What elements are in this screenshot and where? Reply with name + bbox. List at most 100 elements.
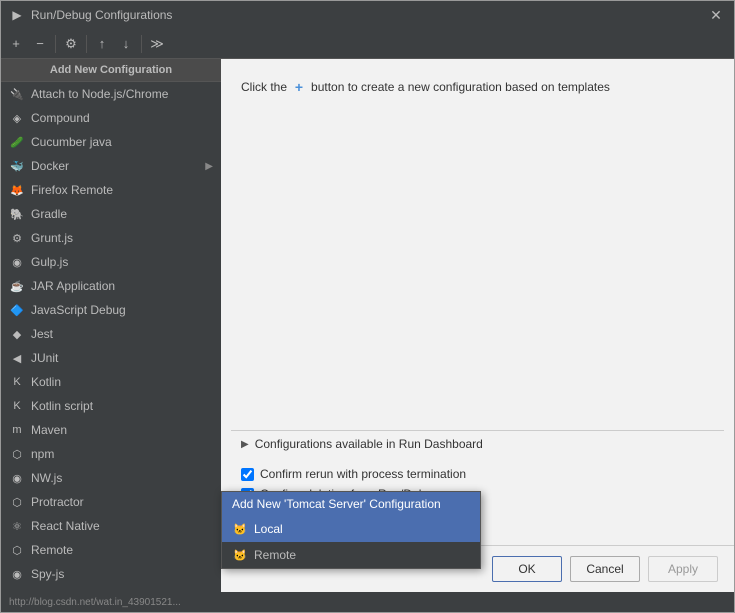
list-item-react-native[interactable]: ⚛React Native — [1, 514, 221, 538]
kotlin-script-icon: K — [9, 398, 25, 414]
dialog-icon: ▶ — [9, 7, 25, 23]
list-item-js-debug[interactable]: 🔷JavaScript Debug — [1, 298, 221, 322]
js-debug-icon: 🔷 — [9, 302, 25, 318]
attach-node-label: Attach to Node.js/Chrome — [31, 87, 213, 101]
toolbar-separator-2 — [86, 35, 87, 53]
list-item-spy-js[interactable]: ◉Spy-js — [1, 562, 221, 586]
list-item-junit[interactable]: ◀ JUnit — [1, 346, 221, 370]
attach-node-icon: 🔌 — [9, 86, 25, 102]
ok-button[interactable]: OK — [492, 556, 562, 582]
gruntjs-label: Grunt.js — [31, 231, 213, 245]
plus-icon: + — [291, 79, 307, 95]
toolbar: + − ⚙ ↑ ↓ ≫ — [1, 29, 734, 59]
react-native-label: React Native — [31, 519, 213, 533]
submenu-header: Add New 'Tomcat Server' Configuration — [222, 492, 480, 516]
compound-label: Compound — [31, 111, 213, 125]
docker-label: Docker — [31, 159, 205, 173]
add-button[interactable]: + — [5, 33, 27, 55]
gradle-label: Gradle — [31, 207, 213, 221]
close-button[interactable]: ✕ — [706, 5, 726, 25]
run-dashboard-label: Configurations available in Run Dashboar… — [255, 437, 483, 451]
dialog-title: Run/Debug Configurations — [31, 8, 706, 22]
instruction-suffix: button to create a new configuration bas… — [311, 80, 610, 94]
kotlin-icon: K — [9, 374, 25, 390]
npm-icon: ⬡ — [9, 446, 25, 462]
spy-js-node-icon: ◉ — [9, 590, 25, 592]
maven-icon: m — [9, 422, 25, 438]
jest-label: Jest — [31, 327, 213, 341]
section-header: Add New Configuration — [1, 59, 221, 82]
compound-icon: ◈ — [9, 110, 25, 126]
spy-js-node-label: Spy-js for Node.js — [31, 591, 213, 592]
protractor-icon: ⬡ — [9, 494, 25, 510]
kotlin-script-label: Kotlin script — [31, 399, 213, 413]
cucumber-icon: 🥒 — [9, 134, 25, 150]
list-item-firefox[interactable]: 🦊 Firefox Remote — [1, 178, 221, 202]
list-item-gradle[interactable]: 🐘 Gradle — [1, 202, 221, 226]
junit-label: JUnit — [31, 351, 213, 365]
jest-icon: ◆ — [9, 326, 25, 342]
settings-button[interactable]: ⚙ — [60, 33, 82, 55]
gulpjs-label: Gulp.js — [31, 255, 213, 269]
toolbar-separator-1 — [55, 35, 56, 53]
list-item-remote[interactable]: ⬡ Remote — [1, 538, 221, 562]
docker-arrow-icon: ▶ — [205, 161, 213, 172]
move-up-button[interactable]: ↑ — [91, 33, 113, 55]
jar-app-label: JAR Application — [31, 279, 213, 293]
firefox-icon: 🦊 — [9, 182, 25, 198]
submenu-local-label: Local — [254, 522, 283, 536]
remote-label: Remote — [31, 543, 213, 557]
list-item-jest[interactable]: ◆ Jest — [1, 322, 221, 346]
cucumber-label: Cucumber java — [31, 135, 213, 149]
list-item-nwjs[interactable]: ◉NW.js — [1, 466, 221, 490]
jar-app-icon: ☕ — [9, 278, 25, 294]
spacer — [221, 105, 734, 430]
status-bar: http://blog.csdn.net/wat.in_43901521... — [1, 592, 734, 612]
npm-label: npm — [31, 447, 213, 461]
move-down-button[interactable]: ↓ — [115, 33, 137, 55]
spy-js-label: Spy-js — [31, 567, 213, 581]
submenu-item-local[interactable]: 🐱 Local — [222, 516, 480, 542]
submenu-remote-label: Remote — [254, 548, 296, 562]
list-item-maven[interactable]: m Maven — [1, 418, 221, 442]
checkbox1[interactable] — [241, 468, 254, 481]
remove-button[interactable]: − — [29, 33, 51, 55]
list-item-kotlin-script[interactable]: K Kotlin script — [1, 394, 221, 418]
submenu-item-remote[interactable]: 🐱 Remote — [222, 542, 480, 568]
list-item-kotlin[interactable]: K Kotlin — [1, 370, 221, 394]
list-item-spy-js-node[interactable]: ◉ Spy-js for Node.js — [1, 586, 221, 592]
expand-icon: ▶ — [241, 439, 249, 450]
firefox-label: Firefox Remote — [31, 183, 213, 197]
list-item-cucumber[interactable]: 🥒 Cucumber java — [1, 130, 221, 154]
junit-icon: ◀ — [9, 350, 25, 366]
protractor-label: Protractor — [31, 495, 213, 509]
list-item-compound[interactable]: ◈ Compound — [1, 106, 221, 130]
toolbar-separator-3 — [141, 35, 142, 53]
list-item-docker[interactable]: 🐳 Docker▶ — [1, 154, 221, 178]
nwjs-icon: ◉ — [9, 470, 25, 486]
checkbox1-row[interactable]: Confirm rerun with process termination — [241, 467, 714, 481]
cancel-button[interactable]: Cancel — [570, 556, 640, 582]
apply-button[interactable]: Apply — [648, 556, 718, 582]
list-item-protractor[interactable]: ⬡ Protractor — [1, 490, 221, 514]
list-item-npm[interactable]: ⬡ npm — [1, 442, 221, 466]
list-item-jar-app[interactable]: ☕ JAR Application — [1, 274, 221, 298]
list-item-gruntjs[interactable]: ⚙ Grunt.js — [1, 226, 221, 250]
docker-icon: 🐳 — [9, 158, 25, 174]
more-button[interactable]: ≫ — [146, 33, 168, 55]
instruction-area: Click the + button to create a new confi… — [221, 59, 734, 105]
status-url: http://blog.csdn.net/wat.in_43901521... — [9, 597, 181, 608]
gruntjs-icon: ⚙ — [9, 230, 25, 246]
maven-label: Maven — [31, 423, 213, 437]
left-panel: Add New Configuration 🔌 Attach to Node.js… — [1, 59, 221, 592]
remote-icon: ⬡ — [9, 542, 25, 558]
list-item-attach-node[interactable]: 🔌 Attach to Node.js/Chrome — [1, 82, 221, 106]
checkbox1-label: Confirm rerun with process termination — [260, 467, 466, 481]
kotlin-label: Kotlin — [31, 375, 213, 389]
instruction-prefix: Click the — [241, 80, 287, 94]
list-item-gulpjs[interactable]: ◉Gulp.js — [1, 250, 221, 274]
run-dashboard-header[interactable]: ▶ Configurations available in Run Dashbo… — [231, 431, 724, 457]
submenu-remote-icon: 🐱 — [232, 547, 248, 563]
gradle-icon: 🐘 — [9, 206, 25, 222]
submenu-local-icon: 🐱 — [232, 521, 248, 537]
